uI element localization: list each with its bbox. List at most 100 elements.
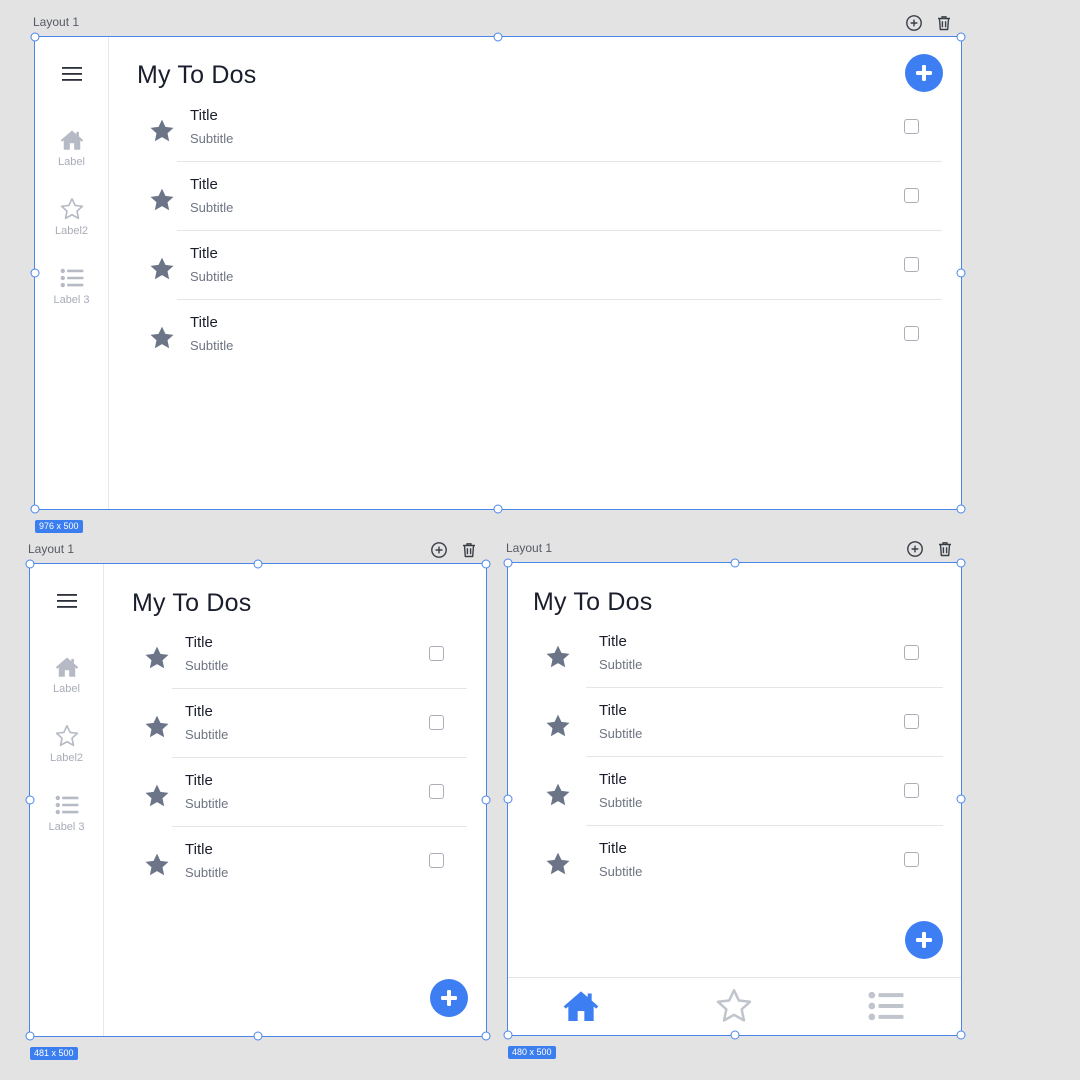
resize-handle[interactable]	[30, 268, 40, 278]
rail-item-favorites[interactable]: Label2	[35, 196, 108, 237]
resize-handle[interactable]	[730, 1030, 739, 1040]
resize-handle[interactable]	[503, 558, 513, 568]
star-icon[interactable]	[143, 644, 171, 672]
todo-checkbox[interactable]	[904, 783, 919, 798]
todo-checkbox[interactable]	[429, 646, 444, 661]
divider	[586, 687, 943, 688]
resize-handle[interactable]	[956, 268, 966, 278]
list-item[interactable]: Title Subtitle	[544, 840, 943, 909]
item-subtitle: Subtitle	[190, 131, 234, 146]
list-item[interactable]: Title Subtitle	[148, 245, 942, 314]
menu-icon[interactable]	[56, 592, 78, 610]
todo-checkbox[interactable]	[904, 188, 919, 203]
frame-layout-rail: Label Label2 Label 3 My To Dos Title Sub…	[25, 559, 491, 1041]
star-icon[interactable]	[544, 712, 572, 740]
item-title: Title	[185, 634, 213, 651]
trash-icon[interactable]	[936, 540, 954, 558]
list-item[interactable]: Title Subtitle	[143, 634, 467, 703]
todo-checkbox[interactable]	[904, 119, 919, 134]
resize-handle[interactable]	[253, 1031, 263, 1041]
star-icon[interactable]	[148, 255, 176, 283]
item-subtitle: Subtitle	[185, 796, 229, 811]
todo-checkbox[interactable]	[904, 326, 919, 341]
rail-item-list[interactable]: Label 3	[30, 792, 103, 833]
resize-handle[interactable]	[503, 1030, 513, 1040]
list-item[interactable]: Title Subtitle	[148, 107, 942, 176]
todo-checkbox[interactable]	[904, 257, 919, 272]
todo-checkbox[interactable]	[429, 715, 444, 730]
todo-checkbox[interactable]	[904, 714, 919, 729]
resize-handle[interactable]	[956, 558, 966, 568]
add-circle-icon[interactable]	[905, 14, 923, 32]
trash-icon[interactable]	[460, 541, 478, 559]
item-title: Title	[190, 314, 218, 331]
resize-handle[interactable]	[956, 794, 966, 804]
resize-handle[interactable]	[493, 32, 503, 42]
list-item[interactable]: Title Subtitle	[143, 772, 467, 841]
list-item[interactable]: Title Subtitle	[148, 176, 942, 245]
resize-handle[interactable]	[25, 795, 35, 805]
add-circle-icon[interactable]	[906, 540, 924, 558]
resize-handle[interactable]	[253, 559, 263, 569]
resize-handle[interactable]	[481, 1031, 491, 1041]
resize-handle[interactable]	[25, 1031, 35, 1041]
resize-handle[interactable]	[956, 1030, 966, 1040]
resize-handle[interactable]	[956, 32, 966, 42]
resize-handle[interactable]	[25, 559, 35, 569]
todo-checkbox[interactable]	[904, 645, 919, 660]
resize-handle[interactable]	[481, 559, 491, 569]
home-icon	[58, 127, 86, 153]
resize-handle[interactable]	[493, 504, 503, 514]
resize-handle[interactable]	[481, 795, 491, 805]
star-icon[interactable]	[148, 324, 176, 352]
list-item[interactable]: Title Subtitle	[544, 771, 943, 840]
rail-item-list[interactable]: Label 3	[35, 265, 108, 306]
resize-handle[interactable]	[956, 504, 966, 514]
menu-icon[interactable]	[61, 65, 83, 83]
add-todo-button[interactable]	[430, 979, 468, 1017]
list-icon[interactable]	[862, 986, 910, 1026]
todo-checkbox[interactable]	[904, 852, 919, 867]
plus-icon	[914, 63, 934, 83]
size-badge: 976 x 500	[35, 520, 83, 533]
resize-handle[interactable]	[30, 504, 40, 514]
list-item[interactable]: Title Subtitle	[143, 841, 467, 910]
list-item[interactable]: Title Subtitle	[143, 703, 467, 772]
resize-handle[interactable]	[730, 558, 739, 568]
home-icon	[53, 654, 81, 680]
trash-icon[interactable]	[935, 14, 953, 32]
star-icon[interactable]	[143, 713, 171, 741]
star-icon[interactable]	[143, 851, 171, 879]
todo-checkbox[interactable]	[429, 784, 444, 799]
rail-item-home[interactable]: Label	[35, 127, 108, 168]
plus-icon	[439, 988, 459, 1008]
todo-list: Title Subtitle Title Subtitle Title Subt…	[143, 634, 467, 924]
list-item[interactable]: Title Subtitle	[544, 633, 943, 702]
star-icon[interactable]	[148, 186, 176, 214]
home-icon[interactable]	[558, 986, 604, 1026]
star-icon[interactable]	[544, 781, 572, 809]
bottom-navigation	[508, 977, 961, 1035]
star-icon[interactable]	[148, 117, 176, 145]
star-icon[interactable]	[544, 850, 572, 878]
star-icon[interactable]	[544, 643, 572, 671]
add-todo-button[interactable]	[905, 54, 943, 92]
divider	[586, 825, 943, 826]
list-item[interactable]: Title Subtitle	[148, 314, 942, 383]
rail-item-home[interactable]: Label	[30, 654, 103, 695]
item-title: Title	[190, 176, 218, 193]
frame-tools	[430, 541, 478, 559]
frame-label: Layout 1	[28, 542, 75, 556]
todo-checkbox[interactable]	[429, 853, 444, 868]
rail-item-favorites[interactable]: Label2	[30, 723, 103, 764]
rail-item-label: Label 3	[53, 294, 90, 306]
resize-handle[interactable]	[30, 32, 40, 42]
add-todo-button[interactable]	[905, 921, 943, 959]
list-item[interactable]: Title Subtitle	[544, 702, 943, 771]
star-icon[interactable]	[143, 782, 171, 810]
resize-handle[interactable]	[503, 794, 513, 804]
star-outline-icon[interactable]	[714, 986, 754, 1026]
frame-tools	[906, 540, 954, 558]
item-title: Title	[599, 771, 627, 788]
add-circle-icon[interactable]	[430, 541, 448, 559]
